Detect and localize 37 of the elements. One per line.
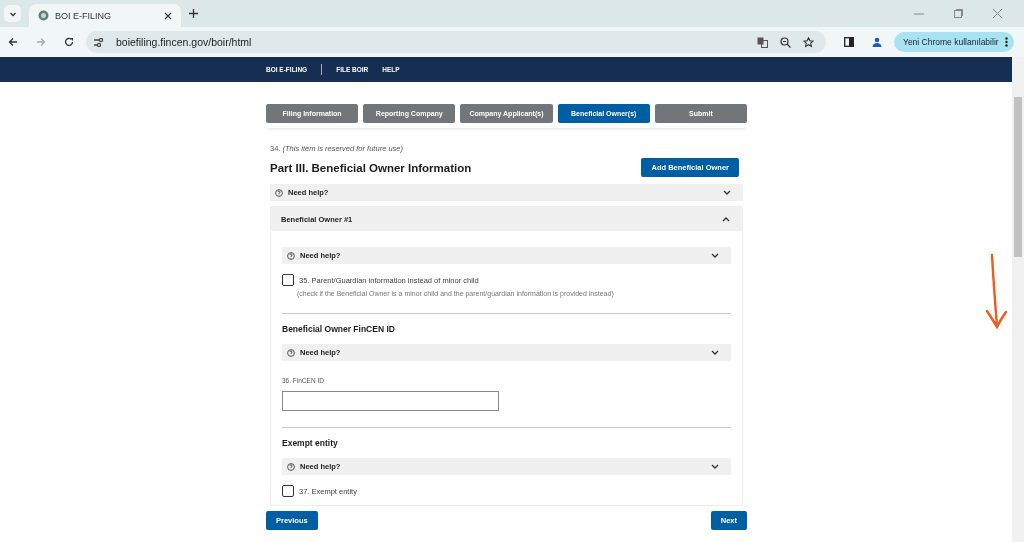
help-icon [275, 188, 283, 197]
browser-tab[interactable]: BOI E-FILING [29, 4, 181, 27]
subsection-heading: Exempt entity [282, 438, 339, 448]
back-icon[interactable] [8, 37, 18, 47]
star-icon[interactable] [803, 36, 814, 48]
chevron-icon [722, 216, 730, 222]
profile-icon[interactable] [872, 37, 882, 47]
chevron-icon [711, 350, 719, 355]
more-icon[interactable] [1004, 37, 1008, 47]
section-heading: Part III. Beneficial Owner Information [270, 161, 472, 174]
fincen-id-field[interactable] [282, 391, 499, 411]
address-bar[interactable]: boiefiling.fincen.gov/boir/html [86, 31, 826, 53]
chevron-icon [711, 253, 719, 258]
help-icon [287, 462, 295, 471]
side-panel-icon[interactable] [844, 37, 854, 47]
chevron-icon [711, 464, 719, 469]
scrollbar-thumb[interactable] [1014, 97, 1022, 257]
update-chrome-button[interactable]: Yeni Chrome kullanılabilir [894, 32, 1014, 52]
tab-title: BOI E-FILING [55, 10, 112, 21]
chevron-icon [723, 190, 731, 195]
help-icon [287, 251, 295, 260]
subsection-heading: Beneficial Owner FinCEN ID [282, 324, 396, 334]
help-icon [287, 348, 295, 357]
checkbox[interactable] [282, 485, 294, 497]
tab-list-button[interactable] [4, 5, 21, 22]
zoom-icon[interactable] [780, 36, 791, 48]
close-tab-icon[interactable] [164, 11, 172, 20]
scrollbar[interactable] [1012, 57, 1024, 542]
site-settings-icon[interactable] [94, 37, 104, 47]
translate-icon[interactable] [757, 36, 768, 48]
seal-icon [38, 10, 49, 21]
close-icon[interactable] [993, 9, 1002, 18]
reload-icon[interactable] [64, 37, 74, 47]
maximize-icon[interactable] [954, 9, 963, 18]
checkbox[interactable] [282, 274, 294, 286]
new-tab-icon[interactable] [189, 9, 198, 18]
url-text: boiefiling.fincen.gov/boir/html [116, 36, 252, 48]
